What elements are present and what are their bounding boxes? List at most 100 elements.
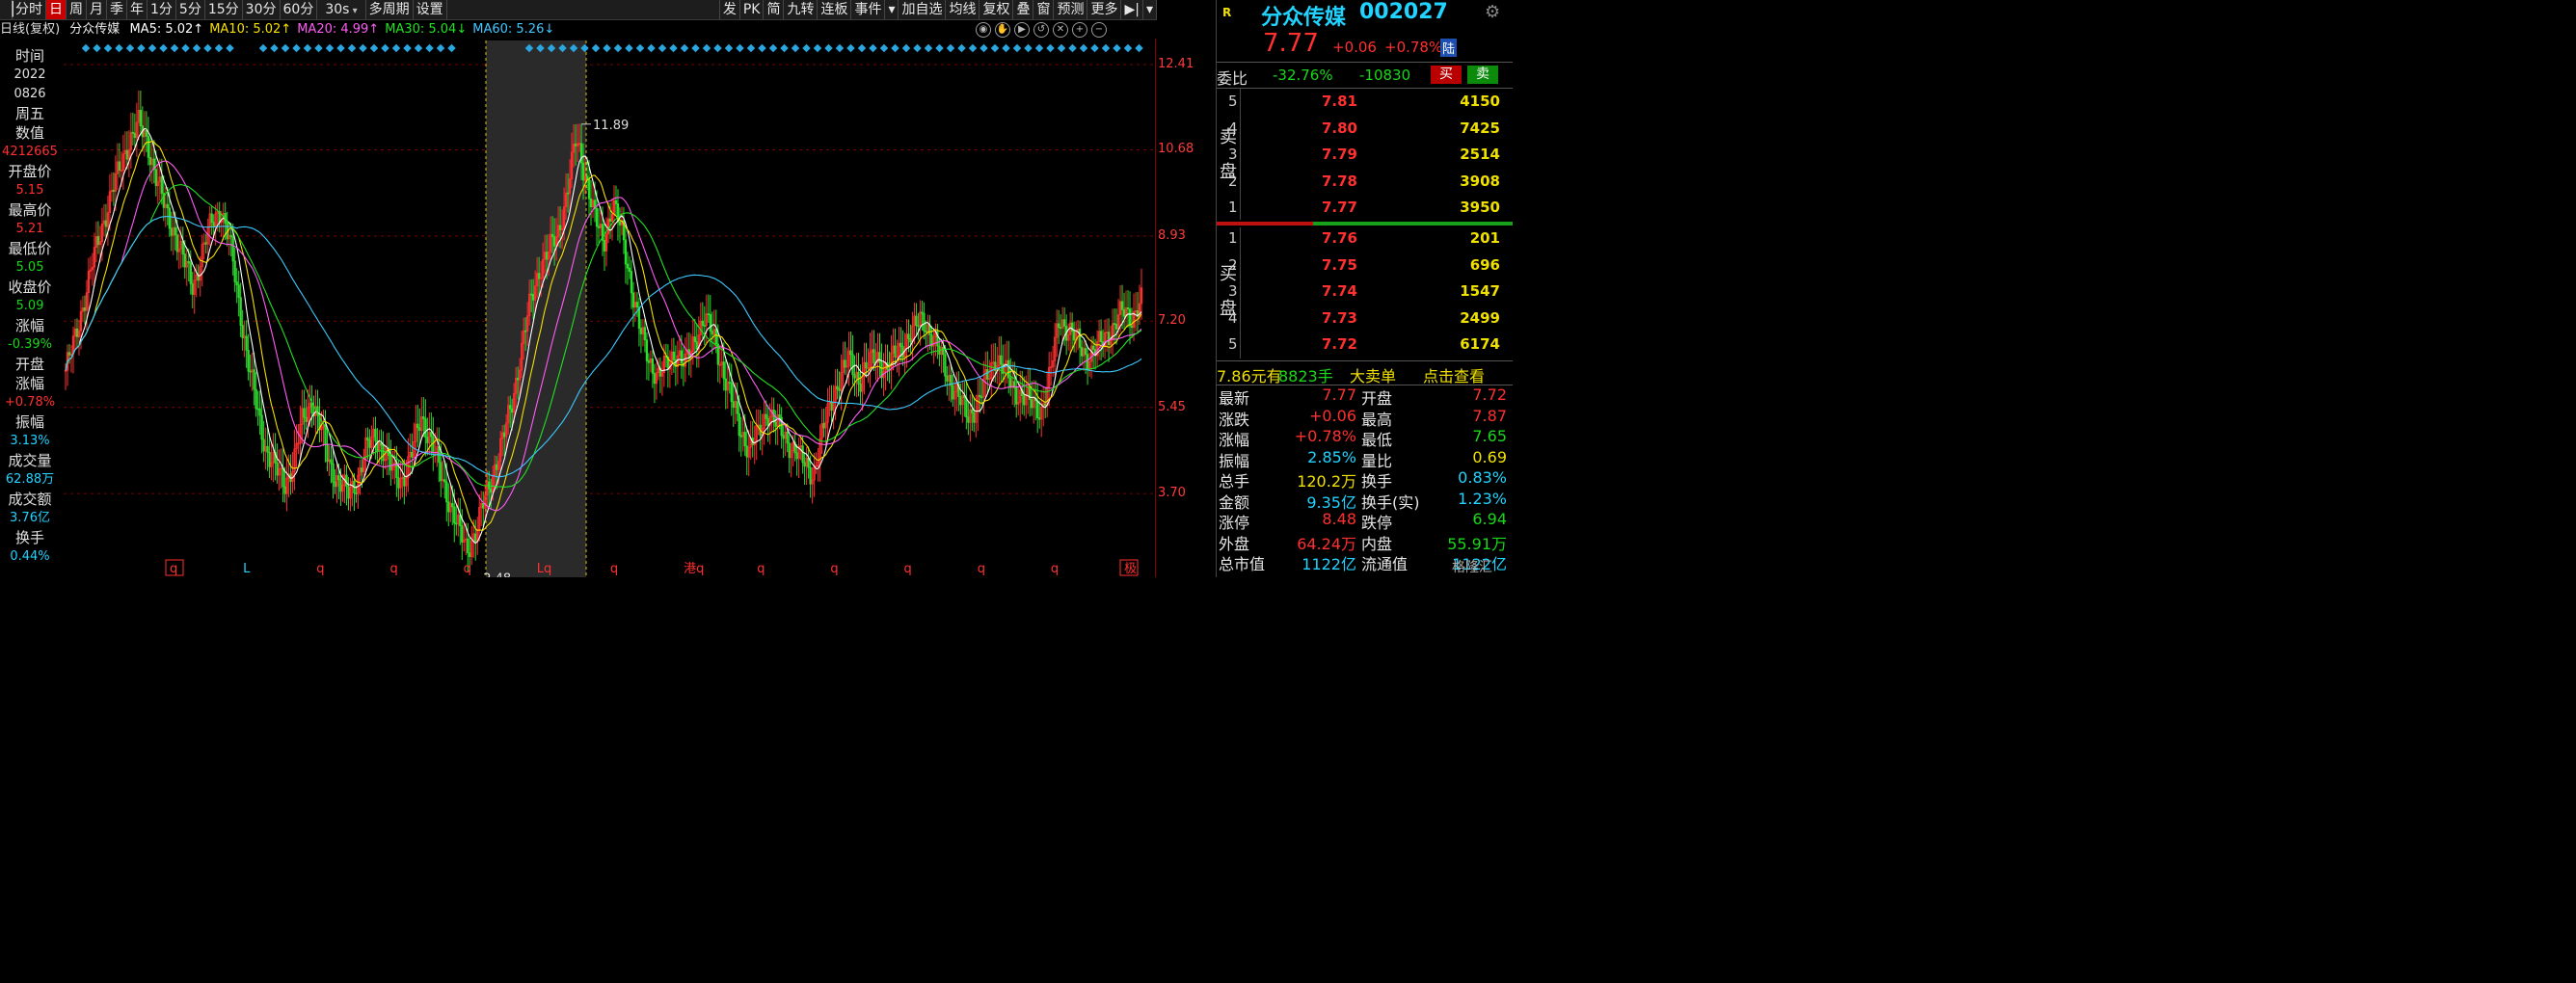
period-tab[interactable]: 年: [127, 0, 148, 19]
candle-body: [907, 333, 910, 339]
event-marker: [214, 43, 224, 53]
event-dropdown-icon[interactable]: ▾: [885, 0, 899, 19]
event-marker: [846, 43, 855, 53]
candle-body: [183, 253, 186, 268]
candle-body: [282, 467, 284, 488]
interval-select[interactable]: 30s: [317, 0, 366, 19]
ask-row[interactable]: 1 7.77 3950: [1217, 195, 1506, 221]
zoom-out-icon[interactable]: −: [1091, 22, 1107, 38]
toolbar-button[interactable]: 窗: [1033, 0, 1055, 19]
candle-body: [1130, 325, 1134, 329]
toolbar-button[interactable]: 连板: [818, 0, 852, 19]
event-marker: [635, 43, 645, 53]
toolbar-button[interactable]: 事件: [851, 0, 886, 19]
candle-body: [1072, 331, 1076, 341]
zoom-in-icon[interactable]: +: [1072, 22, 1087, 38]
bid-row[interactable]: 3 7.74 1547: [1217, 279, 1506, 305]
toolbar-button[interactable]: 九转: [784, 0, 818, 19]
price-change: +0.06: [1332, 39, 1377, 56]
candle-body: [467, 538, 470, 554]
candle-body: [1086, 354, 1089, 369]
stat-label: 最新: [1219, 389, 1250, 408]
play-icon[interactable]: ▶: [1014, 22, 1030, 38]
undo-icon[interactable]: ↺: [1033, 22, 1049, 38]
candle-body: [672, 351, 676, 360]
candle-body: [148, 156, 151, 166]
candle-body: [181, 240, 184, 254]
toolbar-button[interactable]: 设置: [414, 0, 447, 19]
candle-body: [971, 409, 974, 413]
stat-value: 8.48: [1322, 510, 1356, 528]
candle-body: [1038, 417, 1041, 420]
candle-body: [422, 416, 425, 419]
ask-row[interactable]: 5 7.81 4150: [1217, 89, 1506, 115]
bid-row[interactable]: 4 7.73 2499: [1217, 306, 1506, 332]
candle-body: [245, 335, 248, 351]
ask-row[interactable]: 4 7.80 7425: [1217, 116, 1506, 142]
event-marker: [957, 43, 966, 53]
candle-body: [260, 414, 263, 440]
candle-body: [844, 359, 846, 368]
candle-body: [490, 488, 493, 493]
hand-icon[interactable]: ✋: [995, 22, 1010, 38]
toolbar-button[interactable]: 发: [720, 0, 740, 19]
toolbar-button[interactable]: 复权: [979, 0, 1014, 19]
settings-icon[interactable]: ⚙: [1485, 2, 1500, 22]
toolbar-button[interactable]: 预测: [1054, 0, 1088, 19]
menu-dropdown-icon[interactable]: ▾: [1143, 0, 1157, 19]
toolbar-button[interactable]: 简: [764, 0, 785, 19]
bid-row[interactable]: 1 7.76 201: [1217, 226, 1506, 252]
big-order-bar[interactable]: 7.86元有 8823手 大卖单 点击查看: [1217, 360, 1513, 385]
eye-icon[interactable]: ◉: [976, 22, 991, 38]
period-tab[interactable]: 30分: [243, 0, 281, 19]
candle-body: [366, 437, 369, 440]
candle-body: [1122, 308, 1126, 317]
period-tab[interactable]: 月: [87, 0, 107, 19]
period-tab[interactable]: 15分: [205, 0, 243, 19]
candle-body: [83, 307, 87, 311]
bottom-marker: q: [978, 562, 985, 576]
ask-row[interactable]: 2 7.78 3908: [1217, 169, 1506, 195]
bottom-marker: q: [610, 562, 618, 576]
bid-row[interactable]: 2 7.75 696: [1217, 252, 1506, 279]
event-marker: [1046, 43, 1055, 53]
ask-row[interactable]: 3 7.79 2514: [1217, 142, 1506, 168]
period-tab[interactable]: 分时: [13, 0, 46, 19]
expand-icon[interactable]: ▶|: [1121, 0, 1143, 19]
period-tab[interactable]: 季: [107, 0, 127, 19]
toolbar-button[interactable]: 均线: [946, 0, 980, 19]
candle-body: [1126, 306, 1130, 310]
stat-value: 0.69: [1472, 447, 1507, 466]
toolbar-button[interactable]: 多周期: [366, 0, 414, 19]
candle-body: [347, 486, 350, 499]
candle-body: [693, 336, 696, 342]
kline-chart[interactable]: 11.89 2.48 q Lq q q Lq q 港q q q q q q 极: [64, 40, 1153, 577]
toolbar-button[interactable]: 加自选: [899, 0, 947, 19]
period-tab[interactable]: 5分: [176, 0, 205, 19]
period-tab[interactable]: 60分: [281, 0, 318, 19]
candle-body: [1113, 323, 1116, 325]
stat-label: 总市值: [1219, 555, 1266, 573]
period-tab[interactable]: 周: [67, 0, 87, 19]
restore-icon[interactable]: ▕: [0, 0, 13, 19]
period-tab[interactable]: 日: [46, 0, 67, 19]
price-axis: 12.41 10.68 8.93 7.20 5.45 3.70: [1155, 39, 1216, 577]
cross-icon[interactable]: ✕: [1053, 22, 1068, 38]
buy-button[interactable]: 买: [1431, 66, 1462, 84]
crosshair-field: 5.05: [15, 260, 44, 275]
lu-badge[interactable]: 陆: [1440, 39, 1458, 57]
event-marker: [336, 43, 345, 53]
sell-button[interactable]: 卖: [1467, 66, 1498, 84]
candle-body: [1128, 308, 1132, 327]
candle-body: [1091, 345, 1095, 350]
period-tab[interactable]: 1分: [148, 0, 176, 19]
toolbar-button[interactable]: PK: [740, 0, 765, 19]
toolbar-button[interactable]: 更多: [1087, 0, 1122, 19]
toolbar-button[interactable]: 叠: [1013, 0, 1034, 19]
bid-row[interactable]: 5 7.72 6174: [1217, 332, 1506, 358]
candle-body: [701, 320, 704, 326]
view-link[interactable]: 点击查看: [1423, 363, 1485, 386]
period-label[interactable]: 日线(复权): [0, 22, 60, 37]
candle-body: [865, 361, 868, 369]
crosshair-field: 0.44%: [10, 549, 50, 564]
